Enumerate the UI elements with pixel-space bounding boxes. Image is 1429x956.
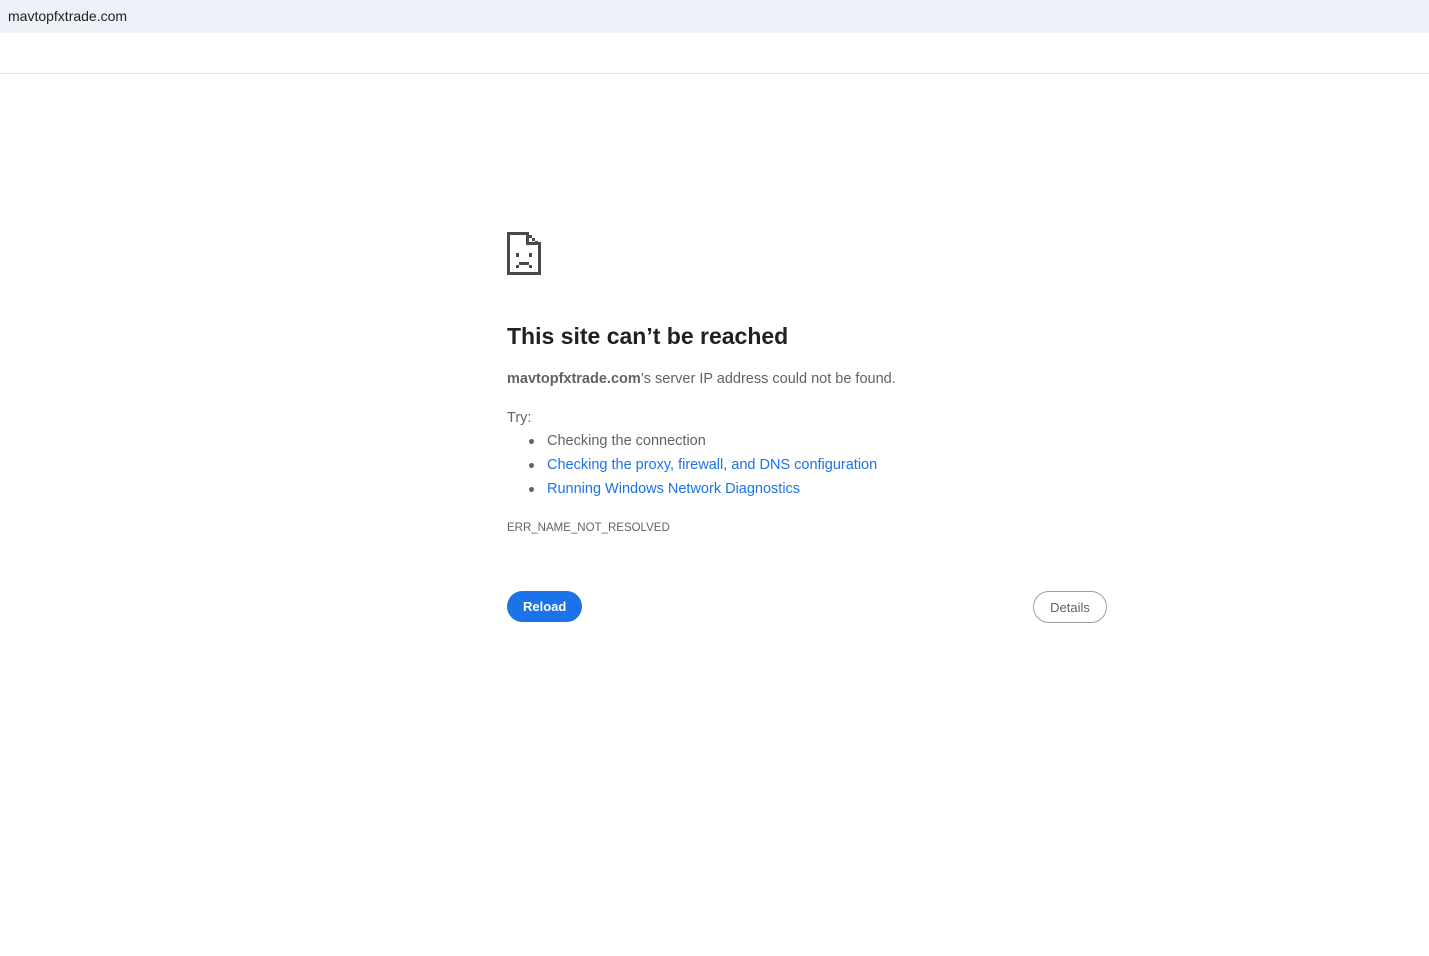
error-description: mavtopfxtrade.com’s server IP address co… (507, 369, 896, 389)
toolbar-divider (0, 73, 1429, 74)
address-bar[interactable]: mavtopfxtrade.com (0, 0, 1429, 33)
error-host: mavtopfxtrade.com (507, 371, 641, 387)
try-label: Try: (507, 410, 532, 426)
reload-button[interactable]: Reload (507, 591, 583, 622)
suggestion-check-proxy[interactable]: Checking the proxy, firewall, and DNS co… (507, 455, 877, 479)
suggestion-text: Checking the connection (547, 433, 706, 449)
suggestions-list: Checking the connection Checking the pro… (507, 431, 877, 503)
address-url[interactable]: mavtopfxtrade.com (8, 7, 127, 25)
suggestion-check-connection: Checking the connection (507, 431, 877, 455)
error-message: ’s server IP address could not be found. (640, 371, 896, 387)
network-diagnostics-link[interactable]: Running Windows Network Diagnostics (547, 481, 800, 497)
proxy-firewall-dns-link[interactable]: Checking the proxy, firewall, and DNS co… (547, 457, 877, 473)
sad-document-icon (507, 232, 541, 275)
page-title: This site can’t be reached (507, 323, 789, 349)
error-code: ERR_NAME_NOT_RESOLVED (507, 522, 670, 534)
details-button[interactable]: Details (1033, 591, 1107, 623)
suggestion-network-diagnostics[interactable]: Running Windows Network Diagnostics (507, 479, 877, 503)
